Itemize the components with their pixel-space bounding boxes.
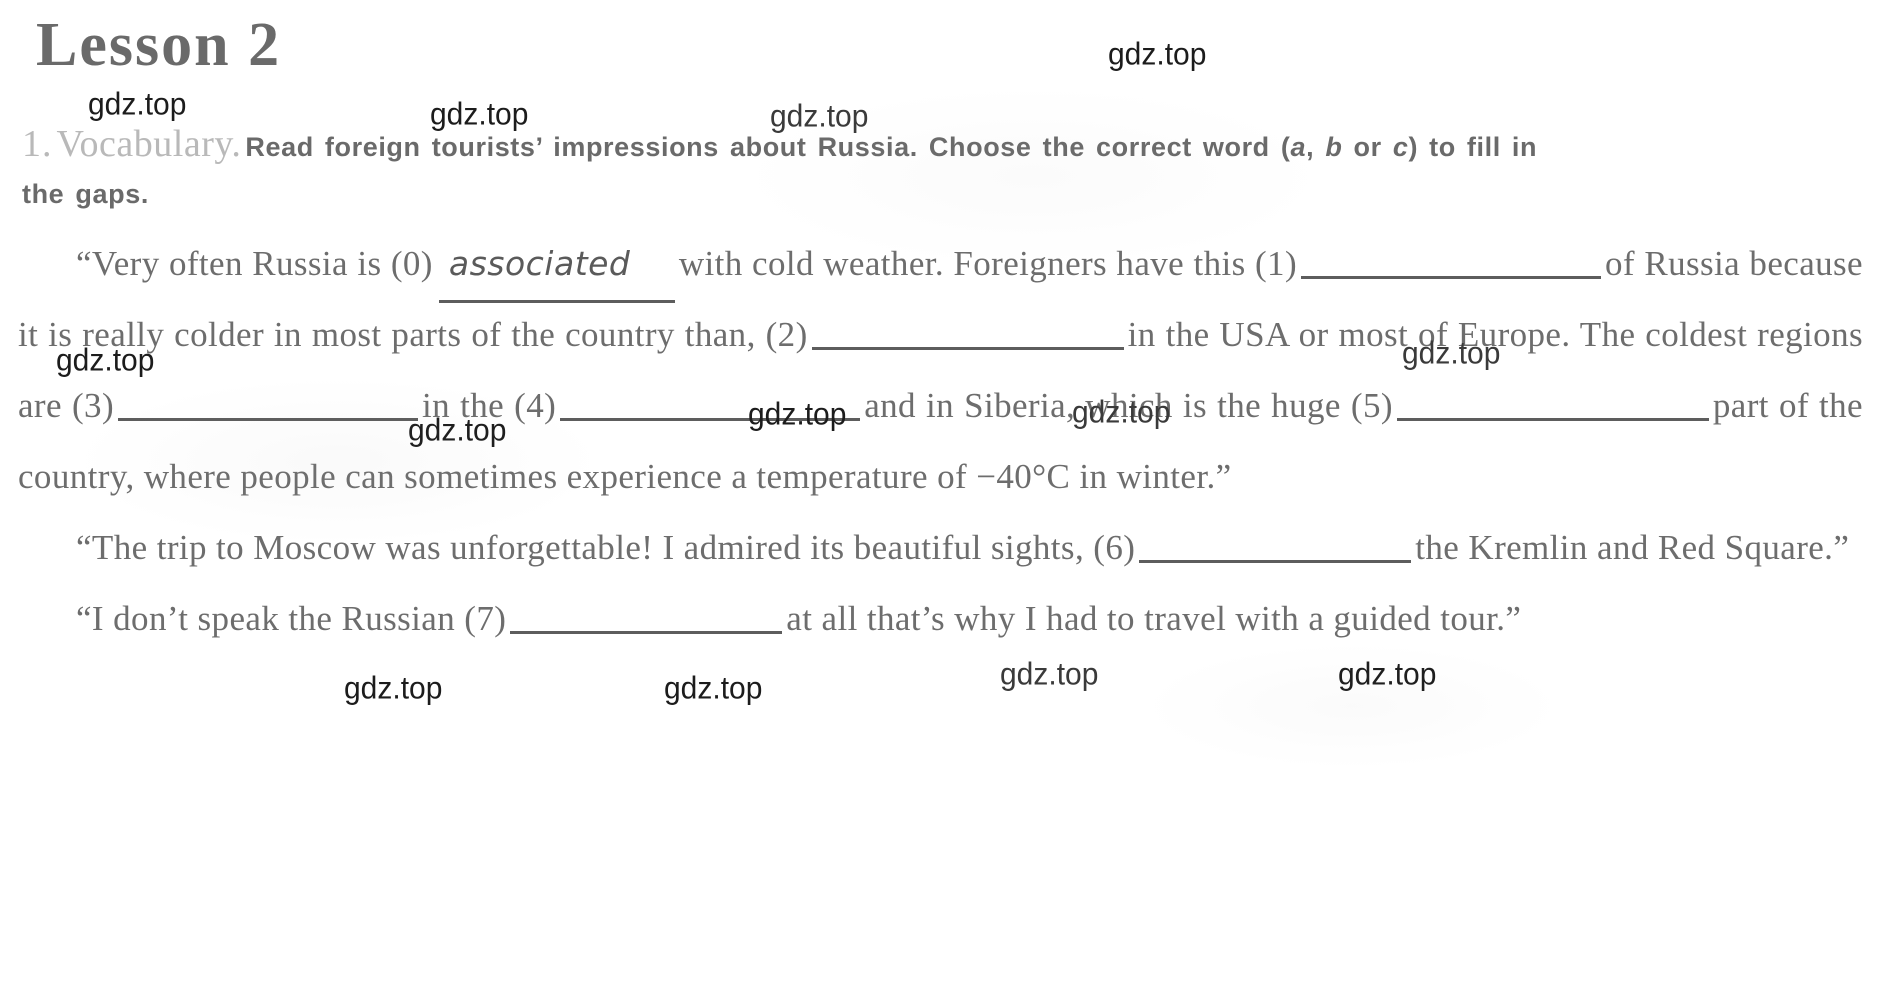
text-run: “I don’t speak the Russian (7) <box>76 599 507 638</box>
exercise-paragraph-2: “The trip to Moscow was unforgettable! I… <box>18 512 1863 583</box>
task-heading-line: 1. Vocabulary. Read foreign tourists’ im… <box>22 123 1542 220</box>
text-run: and in Siberia, which <box>864 386 1173 425</box>
answer-gap-0[interactable]: associated <box>438 228 675 303</box>
answer-gap-6[interactable] <box>1139 530 1412 563</box>
task-instruction-text: Read foreign tourists’ impressions about… <box>22 132 1537 209</box>
task-instruction-block: 1. Vocabulary. Read foreign tourists’ im… <box>22 123 1542 220</box>
option-letter-c: c <box>1392 132 1409 162</box>
text-run: “Very often Russia is (0) <box>76 244 433 283</box>
answer-gap-2[interactable] <box>811 317 1124 350</box>
watermark-gdz-top: gdz.top <box>1338 657 1437 692</box>
watermark-gdz-top: gdz.top <box>88 87 187 122</box>
watermark-gdz-top: gdz.top <box>1108 37 1207 72</box>
instruction-part-1: Read foreign tourists’ impressions about… <box>245 132 1291 162</box>
answer-gap-4[interactable] <box>560 388 861 421</box>
exercise-body: “Very often Russia is (0) associated with … <box>18 228 1863 654</box>
text-run: (6) <box>1093 528 1136 567</box>
text-run: at all that’s why I had to <box>786 599 1135 638</box>
text-run: in the (4) <box>422 386 557 425</box>
text-run: (1) <box>1255 244 1298 283</box>
watermark-gdz-top: gdz.top <box>344 671 443 706</box>
watermark-gdz-top: gdz.top <box>1000 657 1099 692</box>
text-run: “The trip to Moscow was unforgettable! I… <box>76 528 1085 567</box>
text-run: is the huge (5) <box>1182 386 1393 425</box>
page-title: Lesson 2 <box>36 11 282 79</box>
watermark-gdz-top: gdz.top <box>664 671 763 706</box>
instruction-sep-2: or <box>1342 132 1393 162</box>
answer-gap-7[interactable] <box>510 601 783 634</box>
option-letter-b: b <box>1325 132 1343 162</box>
task-label-vocabulary: Vocabulary. <box>56 123 242 165</box>
text-run: travel with a guided tour.” <box>1144 599 1522 638</box>
exercise-paragraph-3: “I don’t speak the Russian (7) at all tha… <box>18 583 1863 654</box>
answer-gap-3[interactable] <box>118 388 419 421</box>
text-run: the Kremlin and Red Square.” <box>1415 528 1850 567</box>
instruction-sep-1: , <box>1306 132 1326 162</box>
text-run: country than, (2) <box>565 315 808 354</box>
text-run: with cold weather. Foreigners have this <box>678 244 1246 283</box>
answer-gap-5[interactable] <box>1396 388 1709 421</box>
text-run: experience a temperature of −40°C in win… <box>566 457 1232 496</box>
task-number: 1. <box>22 123 53 165</box>
exercise-paragraph-1: “Very often Russia is (0) associated with … <box>18 228 1863 512</box>
answer-gap-1[interactable] <box>1301 246 1602 279</box>
answer-text-0: associated <box>448 244 631 283</box>
text-run: in the USA or most of Europe. The coldes… <box>1127 315 1748 354</box>
scanned-page: Lesson 2 1. Vocabulary. Read foreign tou… <box>0 0 1878 981</box>
option-letter-a: a <box>1290 132 1307 162</box>
